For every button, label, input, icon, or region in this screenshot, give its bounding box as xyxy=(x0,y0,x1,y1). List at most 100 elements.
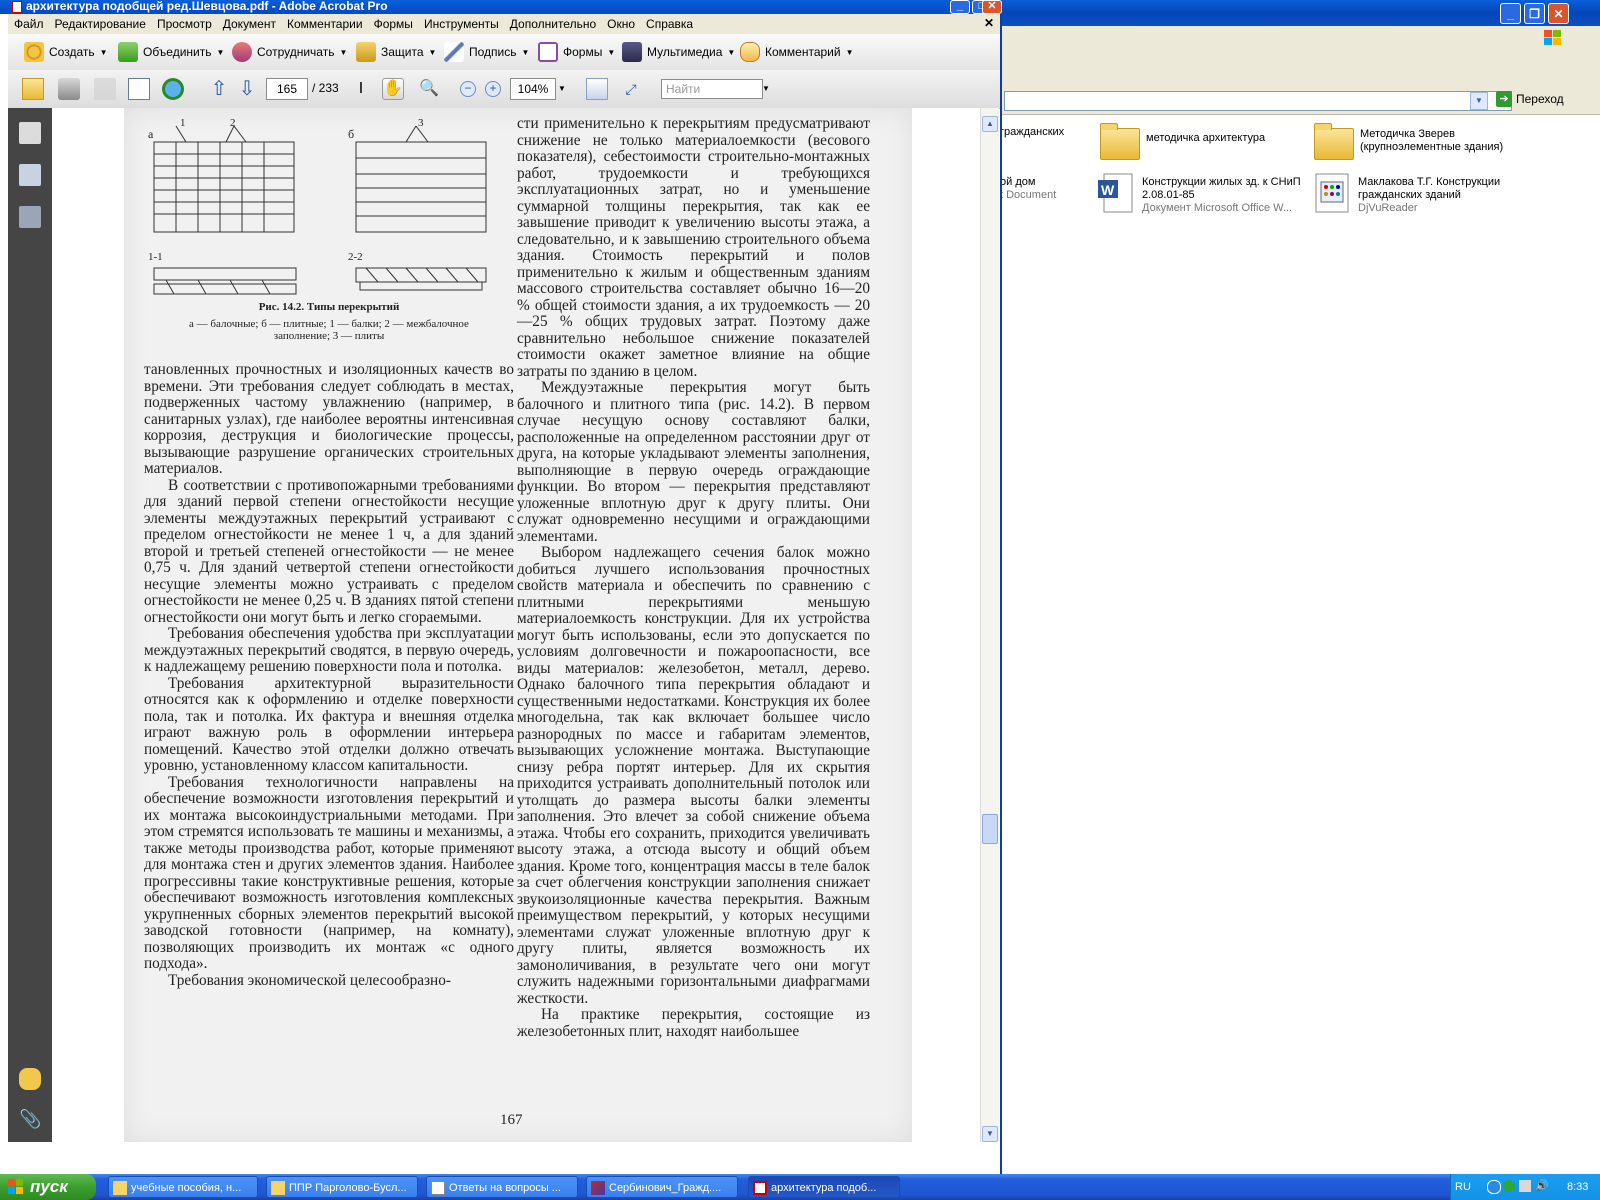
explorer-close-button[interactable]: ✕ xyxy=(1548,3,1569,24)
network-icon[interactable] xyxy=(1487,1180,1501,1194)
menu-help[interactable]: Справка xyxy=(640,14,698,31)
navigation-pane: 📎 xyxy=(8,108,52,1142)
taskbar-item[interactable]: учебные пособия, н... xyxy=(108,1176,258,1198)
volume-icon[interactable]: 🔊 xyxy=(1535,1180,1549,1192)
start-button[interactable]: пуск xyxy=(0,1174,96,1200)
fit-width-icon[interactable]: ⤢ xyxy=(620,78,642,100)
find-input[interactable]: Найти xyxy=(661,79,763,99)
file-type: DjVuReader xyxy=(1358,202,1418,214)
zoom-dropdown-icon[interactable]: ▼ xyxy=(558,84,566,93)
pages-icon[interactable] xyxy=(19,122,41,144)
chevron-down-icon: ▼ xyxy=(216,47,225,57)
menu-view[interactable]: Просмотр xyxy=(151,14,217,31)
file-item[interactable]: ой дом t Document xyxy=(1000,176,1056,202)
bookmarks-icon[interactable] xyxy=(19,164,41,186)
collaborate-button[interactable]: Сотрудничать ▼ xyxy=(232,40,347,64)
folder-icon xyxy=(113,1181,127,1195)
attachments-icon[interactable]: 📎 xyxy=(19,1108,41,1130)
go-button[interactable]: ➔ Переход xyxy=(1496,91,1564,107)
menu-tools[interactable]: Инструменты xyxy=(418,14,504,31)
taskbar-item[interactable]: Сербинович_Гражд.... xyxy=(586,1176,738,1198)
close-button[interactable]: ✕ xyxy=(982,0,1002,14)
fit-page-icon[interactable] xyxy=(586,78,608,100)
menu-advanced[interactable]: Дополнительно xyxy=(504,14,601,31)
explorer-restore-button[interactable]: ❐ xyxy=(1524,3,1545,24)
clock[interactable]: 8:33 xyxy=(1567,1174,1588,1200)
file-item[interactable]: методичка архитектура xyxy=(1100,122,1310,162)
menubar: Файл Редактирование Просмотр Документ Коммен… xyxy=(8,14,1000,34)
menu-forms[interactable]: Формы xyxy=(368,14,418,31)
figure-caption-title: Рис. 14.2. Типы перекрытий xyxy=(258,301,400,313)
comment-icon xyxy=(740,42,760,62)
comments-pane-icon[interactable] xyxy=(19,1068,41,1090)
acrobat-titlebar: архитектура подобщей ред.Шевцова.pdf - A… xyxy=(0,0,1002,14)
sign-button[interactable]: Подпись ▼ xyxy=(444,40,529,64)
forms-button[interactable]: Формы ▼ xyxy=(538,40,615,64)
select-tool-icon[interactable]: I xyxy=(350,78,372,100)
hand-tool-icon[interactable]: ✋ xyxy=(382,78,404,100)
file-name: Маклакова Т.Г. Конструкции гражданских з… xyxy=(1358,176,1501,201)
signatures-icon[interactable] xyxy=(19,206,41,228)
file-name: Методичка Зверев (крупноэлементные здани… xyxy=(1360,128,1504,153)
taskbar-item[interactable]: Ответы на вопросы ... xyxy=(426,1176,578,1198)
explorer-address-bar: ▼ ➔ Переход xyxy=(1000,88,1600,115)
secure-button[interactable]: Защита ▼ xyxy=(356,40,436,64)
file-name: методичка архитектура xyxy=(1146,132,1266,144)
find-dropdown-icon[interactable]: ▼ xyxy=(762,84,770,93)
chevron-down-icon: ▼ xyxy=(428,47,437,57)
file-item[interactable]: Маклакова Т.Г. Конструкции гражданских з… xyxy=(1312,172,1532,215)
fig-section-2-2: 2-2 xyxy=(348,251,363,263)
language-indicator[interactable]: RU xyxy=(1455,1174,1471,1200)
scroll-down-icon[interactable]: ▼ xyxy=(982,1126,998,1142)
explorer-toolbar xyxy=(1000,50,1600,89)
address-input[interactable] xyxy=(1004,91,1512,111)
taskbar-item-active[interactable]: архитектура подоб... xyxy=(748,1176,900,1198)
explorer-minimize-button[interactable]: _ xyxy=(1500,3,1521,24)
combine-button[interactable]: Объединить ▼ xyxy=(118,40,224,64)
upload-globe-icon[interactable] xyxy=(162,78,184,100)
scroll-thumb[interactable] xyxy=(982,814,998,844)
fig-label-1: 1 xyxy=(180,118,186,129)
file-type: Документ Microsoft Office W... xyxy=(1142,202,1293,214)
taskbar-item[interactable]: ППР Парголово-Бусл... xyxy=(266,1176,418,1198)
email-icon[interactable] xyxy=(128,78,150,100)
page-number-input[interactable]: 165 xyxy=(266,78,308,100)
menu-window[interactable]: Окно xyxy=(601,14,640,31)
address-dropdown-button[interactable]: ▼ xyxy=(1470,92,1488,110)
gear-icon xyxy=(24,42,44,62)
create-button[interactable]: Создать ▼ xyxy=(24,40,108,64)
save-icon[interactable] xyxy=(94,78,116,100)
paragraph: тановленных прочностных и изоляционных к… xyxy=(144,361,514,477)
fig-label-b: б xyxy=(348,127,354,141)
tasks-toolbar: Создать ▼ Объединить ▼ Сотрудничать ▼ Защит… xyxy=(8,34,1000,71)
antivirus-icon[interactable] xyxy=(1503,1180,1515,1192)
file-name: ой дом xyxy=(1000,176,1036,188)
menu-file[interactable]: Файл xyxy=(8,14,49,31)
document-close-icon[interactable]: ✕ xyxy=(984,16,994,30)
file-item[interactable]: гражданских xyxy=(1000,126,1064,139)
document-viewport[interactable]: а б 1 2 3 1-1 2-2 Рис. 14.2. Типы перекр… xyxy=(52,108,980,1142)
vertical-scrollbar[interactable]: ▲ ▼ xyxy=(980,108,999,1142)
file-item[interactable]: W Конструкции жилых зд. к СНиП 2.08.01-8… xyxy=(1096,172,1306,215)
page-total: / 233 xyxy=(312,81,339,95)
file-item[interactable]: Методичка Зверев (крупноэлементные здани… xyxy=(1314,122,1534,162)
previous-page-icon[interactable]: ⇧ xyxy=(208,78,230,100)
monitor-icon[interactable] xyxy=(1519,1180,1531,1192)
minimize-button[interactable]: _ xyxy=(950,0,970,14)
open-folder-icon[interactable] xyxy=(22,78,44,100)
film-icon xyxy=(622,42,642,62)
next-page-icon[interactable]: ⇩ xyxy=(236,78,258,100)
scroll-up-icon[interactable]: ▲ xyxy=(982,116,998,132)
window-title: архитектура подобщей ред.Шевцова.pdf - A… xyxy=(26,0,388,13)
marquee-zoom-icon[interactable]: 🔍 xyxy=(418,78,440,100)
print-icon[interactable] xyxy=(58,78,80,100)
zoom-out-icon[interactable]: − xyxy=(460,81,476,97)
menu-document[interactable]: Документ xyxy=(217,14,281,31)
comment-button[interactable]: Комментарий ▼ xyxy=(740,40,854,64)
multimedia-button[interactable]: Мультимедиа ▼ xyxy=(622,40,735,64)
menu-edit[interactable]: Редактирование xyxy=(49,14,151,31)
zoom-in-icon[interactable]: + xyxy=(485,81,501,97)
menu-comments[interactable]: Комментарии xyxy=(281,14,368,31)
windows-flag-icon xyxy=(1542,28,1564,48)
zoom-input[interactable]: 104% xyxy=(510,78,556,100)
